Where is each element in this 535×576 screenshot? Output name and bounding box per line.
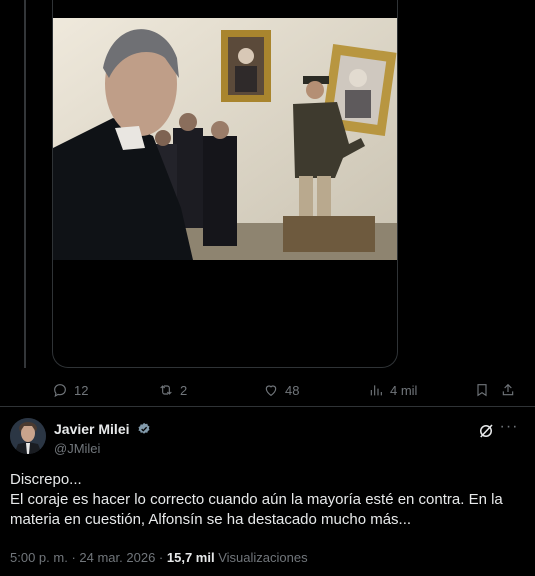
bookmark-icon bbox=[477, 384, 487, 397]
tweet-meta: 5:00 p. m. · 24 mar. 2026 · 15,7 mil Vis… bbox=[10, 550, 308, 565]
repost-count: 2 bbox=[180, 382, 188, 398]
views-button[interactable]: 4 mil bbox=[368, 378, 417, 402]
tweet-text: Discrepo... El coraje es hacer lo correc… bbox=[10, 470, 525, 530]
like-count: 48 bbox=[285, 382, 300, 398]
tweet-views-label: Visualizaciones bbox=[218, 550, 308, 565]
meta-separator: · bbox=[71, 550, 76, 565]
reply-button[interactable]: 12 bbox=[52, 378, 88, 402]
tweet-author-row: Javier Milei @JMilei ··· bbox=[10, 418, 525, 458]
meta-separator-2: · bbox=[158, 550, 164, 565]
like-icon bbox=[265, 385, 277, 397]
author-display-name[interactable]: Javier Milei bbox=[54, 421, 130, 437]
like-button[interactable]: 48 bbox=[263, 378, 299, 402]
share-button[interactable] bbox=[500, 378, 516, 402]
tweet-text-line-2: El coraje es hacer lo correcto cuando aú… bbox=[10, 491, 503, 528]
reply-icon bbox=[54, 384, 66, 398]
tweet-text-line-1: Discrepo... bbox=[10, 471, 82, 488]
thread-connector-line bbox=[24, 0, 26, 368]
reply-count: 12 bbox=[74, 382, 89, 398]
tweet-date[interactable]: 24 mar. 2026 bbox=[79, 550, 155, 565]
views-icon bbox=[370, 385, 382, 396]
tweet-divider bbox=[0, 406, 535, 407]
grok-icon[interactable] bbox=[477, 422, 495, 440]
author-handle[interactable]: @JMilei bbox=[54, 441, 151, 456]
repost-button[interactable]: 2 bbox=[158, 378, 187, 402]
more-icon[interactable]: ··· bbox=[499, 419, 519, 440]
bookmark-button[interactable] bbox=[474, 378, 490, 402]
previous-tweet-actions: 12 2 48 4 mil bbox=[52, 378, 522, 402]
tweet-time[interactable]: 5:00 p. m. bbox=[10, 550, 68, 565]
share-icon bbox=[502, 383, 514, 396]
repost-icon bbox=[160, 385, 172, 395]
views-count-small: 4 mil bbox=[390, 382, 418, 398]
avatar[interactable] bbox=[10, 418, 46, 454]
author-name-block: Javier Milei @JMilei bbox=[54, 420, 151, 456]
tweet-photo[interactable] bbox=[53, 18, 397, 260]
tweet-views-count: 15,7 mil bbox=[166, 550, 215, 565]
verified-badge-icon bbox=[138, 422, 150, 434]
previous-tweet-media-card[interactable] bbox=[52, 0, 398, 368]
